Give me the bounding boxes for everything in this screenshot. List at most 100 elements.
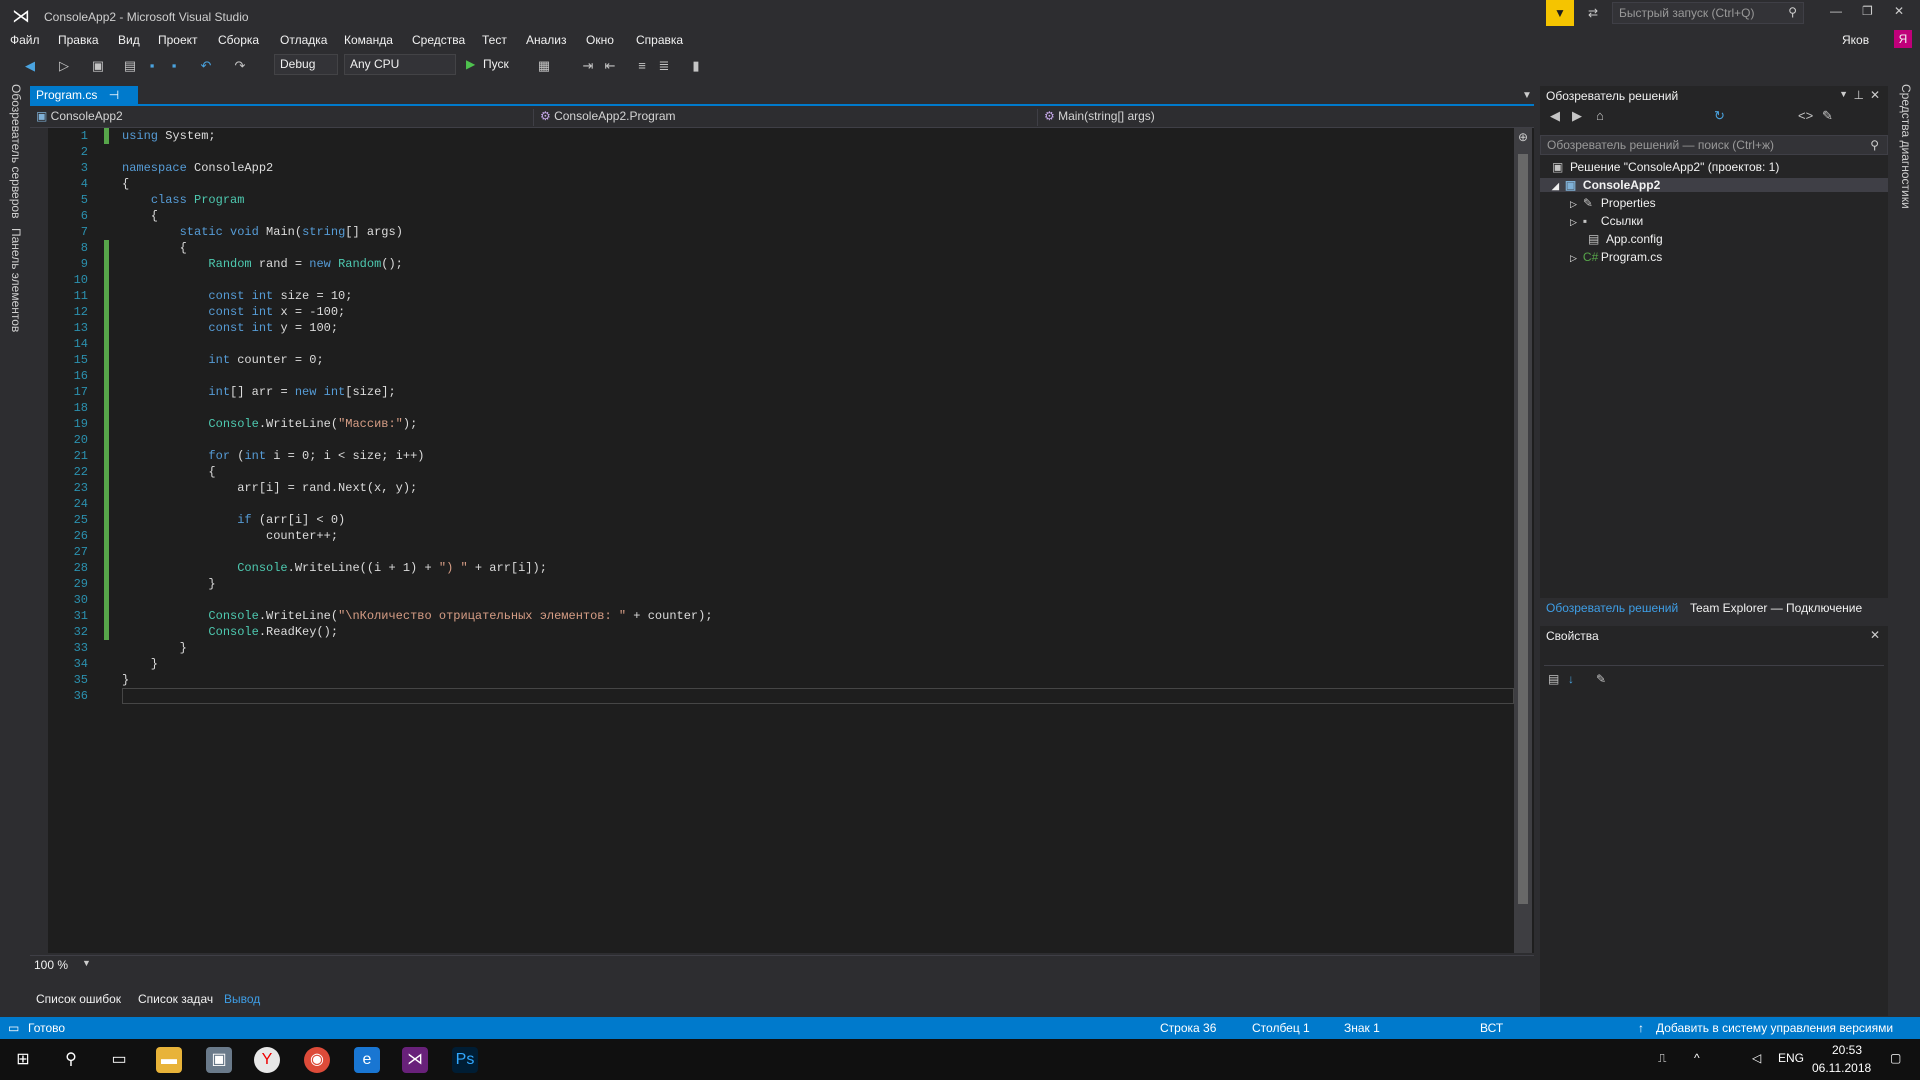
bookmark-icon[interactable]: ▮ (688, 58, 704, 74)
photoshop-icon[interactable]: Ps (452, 1047, 478, 1073)
new-project-icon[interactable]: ▣ (90, 58, 106, 74)
windows-start-icon[interactable]: ⊞ (10, 1047, 36, 1073)
alphabetical-icon[interactable]: ↓ (1568, 672, 1574, 686)
tab-solution-explorer[interactable]: Обозреватель решений (1546, 601, 1678, 615)
browser-icon[interactable]: ▦ (536, 58, 552, 74)
close-button[interactable]: ✕ (1894, 4, 1904, 18)
back-icon[interactable]: ◀ (22, 58, 38, 74)
step-icon[interactable]: ⇥ (580, 58, 596, 74)
pin-icon[interactable]: ⊣ (109, 88, 119, 102)
solution-node[interactable]: ▣ Решение "ConsoleApp2" (проектов: 1) (1552, 160, 1779, 174)
se-properties-icon[interactable]: ✎ (1822, 108, 1833, 124)
nav-class-select[interactable]: ⚙ ConsoleApp2.Program (534, 109, 1038, 126)
edge-icon[interactable]: e (354, 1047, 380, 1073)
menu-tools[interactable]: Средства (412, 33, 465, 47)
visual-studio-icon[interactable]: ⋊ (402, 1047, 428, 1073)
start-button[interactable]: Пуск (483, 57, 509, 71)
menu-file[interactable]: Файл (10, 33, 40, 47)
tray-expand-icon[interactable]: ^ (1694, 1051, 1700, 1065)
menu-project[interactable]: Проект (158, 33, 198, 47)
properties-object-select[interactable] (1544, 648, 1884, 666)
project-node[interactable]: ◢ ▣ ConsoleApp2 (1540, 178, 1888, 192)
tree-item-references[interactable]: ▷ ▪ Ссылки (1570, 214, 1643, 228)
se-home-icon[interactable]: ⌂ (1596, 108, 1604, 123)
user-avatar[interactable]: Я (1894, 30, 1912, 48)
user-name[interactable]: Яков (1842, 33, 1869, 47)
menu-analyze[interactable]: Анализ (526, 33, 567, 47)
configuration-select[interactable]: Debug (274, 54, 338, 75)
code-text[interactable]: using System; namespace ConsoleApp2 { cl… (122, 128, 1502, 704)
tab-team-explorer[interactable]: Team Explorer — Подключение (1690, 601, 1862, 615)
add-to-source-control-button[interactable]: Добавить в систему управления версиями (1656, 1021, 1893, 1035)
save-all-icon[interactable]: ▪ (166, 58, 182, 74)
panel-menu-icon[interactable]: ▼ (1839, 89, 1848, 99)
zoom-dropdown-icon[interactable]: ▼ (82, 958, 91, 968)
se-back-icon[interactable]: ◀ (1550, 108, 1560, 124)
network-icon[interactable]: ⎍ (1658, 1051, 1666, 1066)
minimize-button[interactable]: — (1830, 4, 1842, 18)
diagnostics-tab[interactable]: Средства диагностики (1899, 84, 1913, 209)
solution-explorer-search[interactable]: Обозреватель решений — поиск (Ctrl+ж) ⚲ (1540, 135, 1888, 155)
quick-launch-input[interactable]: Быстрый запуск (Ctrl+Q) ⚲ (1612, 2, 1804, 24)
volume-icon[interactable]: ◁ (1752, 1051, 1761, 1065)
tree-item-program-cs[interactable]: ▷ C# Program.cs (1570, 250, 1662, 264)
tab-task-list[interactable]: Список задач (138, 992, 213, 1006)
open-icon[interactable]: ▤ (122, 58, 138, 74)
menu-view[interactable]: Вид (118, 33, 140, 47)
clock-date[interactable]: 06.11.2018 (1812, 1061, 1871, 1075)
clock-time[interactable]: 20:53 (1832, 1043, 1862, 1057)
nav-member-select[interactable]: ⚙ Main(string[] args) (1038, 109, 1534, 126)
notifications-icon[interactable]: ▢ (1890, 1051, 1901, 1065)
menu-test[interactable]: Тест (482, 33, 507, 47)
property-pages-icon[interactable]: ✎ (1596, 672, 1606, 686)
toolbox-tab[interactable]: Панель элементов (9, 228, 23, 332)
menu-window[interactable]: Окно (586, 33, 614, 47)
redo-icon[interactable]: ↷ (232, 58, 248, 74)
se-sync-icon[interactable]: ↻ (1714, 108, 1725, 124)
se-code-icon[interactable]: <> (1798, 108, 1813, 123)
zoom-select[interactable]: 100 % (34, 958, 68, 972)
feedback-icon[interactable]: ⇄ (1588, 6, 1598, 20)
filter-icon[interactable]: ▼ (1546, 0, 1574, 26)
menu-help[interactable]: Справка (636, 33, 683, 47)
yandex-browser-icon[interactable]: Y (254, 1047, 280, 1073)
properties-close-icon[interactable]: ✕ (1870, 628, 1880, 642)
line-number: 29 (73, 577, 88, 591)
menu-build[interactable]: Сборка (218, 33, 259, 47)
menu-team[interactable]: Команда (344, 33, 393, 47)
task-view-icon[interactable]: ▭ (106, 1047, 132, 1073)
server-explorer-tab[interactable]: Обозреватель серверов (9, 84, 23, 218)
tab-dropdown-icon[interactable]: ▼ (1522, 90, 1532, 101)
panel-close-icon[interactable]: ✕ (1870, 88, 1880, 102)
nav-project-select[interactable]: ▣ ConsoleApp2 (30, 109, 534, 126)
tree-item-app-config[interactable]: ▤ App.config (1588, 232, 1663, 246)
split-icon[interactable]: ⊕ (1518, 130, 1528, 144)
indent-icon[interactable]: ≡ (634, 58, 650, 74)
restore-button[interactable]: ❐ (1862, 4, 1873, 18)
scroll-thumb[interactable] (1518, 154, 1528, 904)
platform-select[interactable]: Any CPU (344, 54, 456, 75)
step-over-icon[interactable]: ⇤ (602, 58, 618, 74)
categorized-icon[interactable]: ▤ (1548, 672, 1559, 686)
outdent-icon[interactable]: ≣ (656, 58, 672, 74)
save-icon[interactable]: ▪ (144, 58, 160, 74)
undo-icon[interactable]: ↶ (198, 58, 214, 74)
editor-vertical-scrollbar[interactable]: ⊕ (1514, 128, 1532, 953)
tree-item-properties[interactable]: ▷ ✎ Properties (1570, 196, 1656, 210)
tab-program-cs[interactable]: Program.cs ⊣ ✕ (30, 86, 138, 116)
language-indicator[interactable]: ENG (1778, 1051, 1804, 1065)
menu-edit[interactable]: Правка (58, 33, 99, 47)
chrome-icon[interactable]: ◉ (304, 1047, 330, 1073)
search-icon[interactable]: ⚲ (58, 1047, 84, 1073)
start-icon[interactable]: ▶ (466, 57, 475, 71)
file-explorer-icon[interactable]: ▬ (156, 1047, 182, 1073)
menu-debug[interactable]: Отладка (280, 33, 327, 47)
line-number: 31 (73, 609, 88, 623)
tab-output[interactable]: Вывод (224, 992, 260, 1006)
forward-icon[interactable]: ▷ (56, 58, 72, 74)
se-forward-icon[interactable]: ▶ (1572, 108, 1582, 124)
app-icon[interactable]: ▣ (206, 1047, 232, 1073)
tab-error-list[interactable]: Список ошибок (36, 992, 121, 1006)
panel-pin-icon[interactable]: ⊥ (1854, 88, 1864, 102)
